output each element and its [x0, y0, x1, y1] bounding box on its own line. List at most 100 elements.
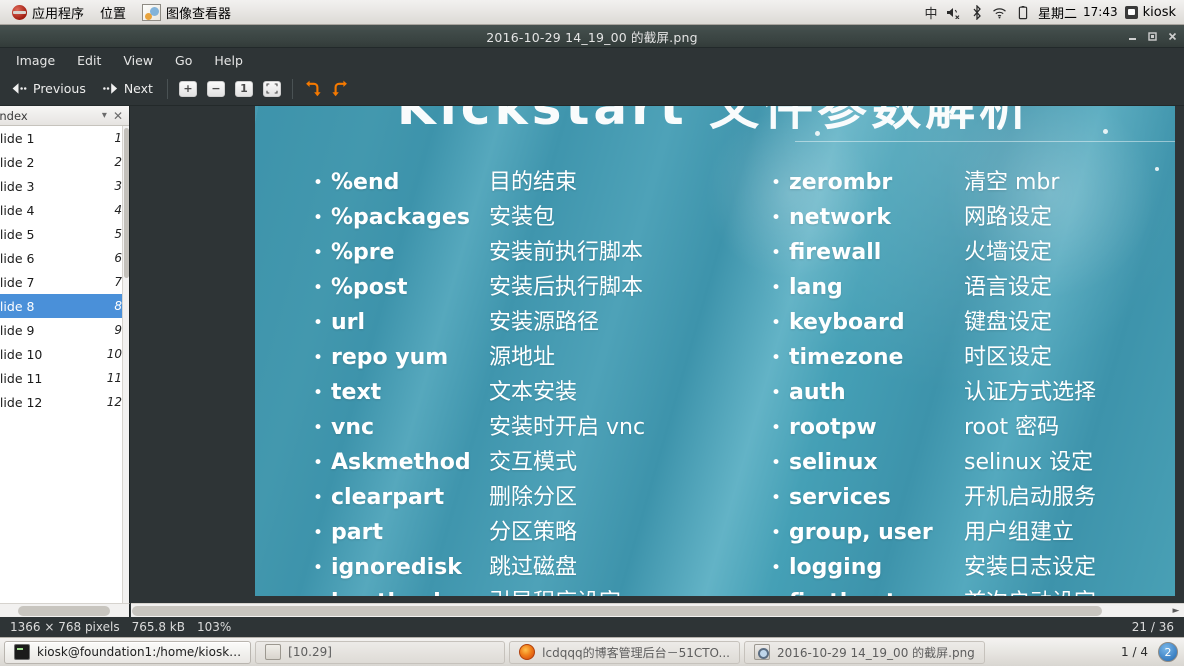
bullet-key: firstboot	[789, 590, 964, 596]
bullet-icon: •	[313, 595, 331, 597]
sidebar-item-slide-9[interactable]: Slide 9 9	[0, 318, 129, 342]
menu-edit[interactable]: Edit	[67, 50, 111, 71]
rotate-left-button[interactable]	[300, 78, 326, 100]
rotate-right-button[interactable]	[328, 78, 354, 100]
zoom-in-icon: +	[178, 80, 197, 97]
wifi-icon[interactable]	[992, 4, 1008, 20]
active-app-menu[interactable]: 图像查看器	[134, 1, 239, 24]
input-method-icon[interactable]: 中	[923, 4, 939, 22]
normal-size-button[interactable]: 1	[231, 78, 257, 100]
next-button[interactable]: Next	[95, 77, 160, 100]
panel-clock[interactable]: 星期二 17:43	[1038, 3, 1118, 22]
menu-image[interactable]: Image	[6, 50, 65, 71]
user-menu[interactable]: kiosk	[1124, 4, 1176, 20]
slide-bullet-row: • group, user 用户组建立	[771, 514, 1096, 549]
bullet-value: 安装源路径	[489, 310, 600, 335]
bullet-key: clearpart	[331, 485, 445, 510]
toolbar-separator	[166, 78, 168, 99]
window-titlebar[interactable]: 2016-10-29 14_19_00 的截屏.png	[0, 25, 1184, 48]
slide-bullet-row: • %packages 安装包	[313, 199, 645, 234]
bullet-key: bootloader	[331, 590, 489, 596]
menu-go[interactable]: Go	[165, 50, 202, 71]
taskbar-item-terminal[interactable]: kiosk@foundation1:/home/kiosk…	[4, 640, 252, 664]
bullet-icon: •	[771, 243, 782, 263]
close-button[interactable]	[1163, 27, 1182, 46]
slide-bullet-row: • repo yum 源地址	[313, 339, 645, 374]
slide-label: Slide 7	[0, 274, 35, 290]
gnome-top-panel: 应用程序 位置 图像查看器 中 星期二 17:43 kiosk	[0, 0, 1184, 25]
scrollbar-thumb[interactable]	[124, 128, 129, 278]
slide-bullet-row: • keyboard 键盘设定	[771, 304, 1096, 339]
scrollbar-thumb[interactable]	[18, 606, 110, 616]
bullet-value: 时区设定	[964, 345, 1053, 370]
sidebar-item-slide-1[interactable]: Slide 1 1	[0, 126, 129, 150]
bullet-key: logging	[789, 555, 883, 580]
scroll-right-arrow-icon[interactable]: ►	[1170, 605, 1182, 617]
slide-bullet-row: • services 开机启动服务	[771, 479, 1096, 514]
zoom-in-button[interactable]: +	[175, 78, 201, 100]
zoom-out-button[interactable]: −	[203, 78, 229, 100]
canvas-horizontal-scrollbar[interactable]: ►	[131, 603, 1184, 617]
bullet-key: services	[789, 485, 891, 510]
slide-label: Slide 5	[0, 226, 35, 242]
sidebar-item-slide-11[interactable]: Slide 11 11	[0, 366, 129, 390]
sidebar-vertical-scrollbar[interactable]	[122, 126, 129, 603]
menu-help[interactable]: Help	[204, 50, 253, 71]
applications-menu[interactable]: 应用程序	[4, 1, 92, 24]
best-fit-button[interactable]	[259, 78, 285, 100]
menu-view[interactable]: View	[113, 50, 163, 71]
bullet-key: url	[331, 310, 366, 335]
slide-bullet-row: • firstboot 首次启动设定	[771, 584, 1096, 596]
taskbar-item-firefox[interactable]: lcdqqq的博客管理后台－51CTO...	[509, 640, 740, 664]
taskbar-item-archive[interactable]: [10.29]	[255, 640, 506, 664]
panel-left-group: 应用程序 位置 图像查看器	[0, 1, 239, 24]
clock-time-label: 17:43	[1083, 5, 1118, 19]
sidebar-item-slide-10[interactable]: Slide 10 10	[0, 342, 129, 366]
sidebar-item-slide-6[interactable]: Slide 6 6	[0, 246, 129, 270]
sidebar-item-slide-12[interactable]: Slide 12 12	[0, 390, 129, 414]
taskbar-item-image-viewer[interactable]: 2016-10-29 14_19_00 的截屏.png	[743, 640, 985, 664]
volume-muted-icon[interactable]	[946, 4, 962, 20]
image-canvas[interactable]: Kickstart 文件参数解析 • %end 目的结束 • %packages…	[131, 106, 1184, 603]
battery-icon[interactable]	[1015, 4, 1031, 20]
chevron-down-icon[interactable]: ▾	[96, 110, 113, 121]
bullet-icon: •	[313, 418, 324, 438]
minimize-button[interactable]	[1123, 27, 1142, 46]
sidebar-item-slide-5[interactable]: Slide 5 5	[0, 222, 129, 246]
maximize-button[interactable]	[1143, 27, 1162, 46]
scrollbar-thumb[interactable]	[132, 606, 1102, 616]
slide-bullet-row: • %end 目的结束	[313, 164, 645, 199]
chevron-left-icon	[11, 82, 28, 95]
sidebar-item-slide-3[interactable]: Slide 3 3	[0, 174, 129, 198]
bullet-icon: •	[771, 348, 782, 368]
slide-number: 5	[114, 227, 122, 241]
taskbar-item-label: [10.29]	[288, 645, 332, 659]
bluetooth-icon[interactable]	[969, 4, 985, 20]
image-viewer-window: 2016-10-29 14_19_00 的截屏.png Image Edit V…	[0, 25, 1184, 637]
bullet-value: 安装后执行脚本	[489, 275, 644, 300]
slide-bullet-row: • firewall 火墙设定	[771, 234, 1096, 269]
rotate-clockwise-icon	[331, 79, 350, 98]
applications-menu-label: 应用程序	[32, 6, 85, 22]
bullet-value: 开机启动服务	[964, 485, 1097, 510]
sidebar-horizontal-scrollbar[interactable]	[0, 603, 130, 617]
active-app-label: 图像查看器	[166, 6, 232, 22]
slide-number: 1	[114, 131, 122, 145]
sidebar-item-slide-2[interactable]: Slide 2 2	[0, 150, 129, 174]
sidebar-item-slide-7[interactable]: Slide 7 7	[0, 270, 129, 294]
user-name-label: kiosk	[1142, 4, 1176, 20]
bullet-key: %end	[331, 170, 400, 195]
workspace-badge[interactable]: 2	[1158, 642, 1178, 662]
index-sidebar[interactable]: Index ▾ ✕ Slide 1 1 Slide 2 2 Slide 3 3 …	[0, 106, 130, 603]
places-menu[interactable]: 位置	[92, 1, 134, 24]
close-sidebar-icon[interactable]: ✕	[113, 109, 125, 123]
taskbar-item-label: 2016-10-29 14_19_00 的截屏.png	[776, 645, 975, 660]
slide-label: Slide 2	[0, 154, 35, 170]
taskbar-item-label: kiosk@foundation1:/home/kiosk…	[37, 645, 242, 659]
slide-bullet-row: • timezone 时区设定	[771, 339, 1096, 374]
sidebar-item-slide-8[interactable]: Slide 8 8	[0, 294, 129, 318]
previous-button[interactable]: Previous	[4, 77, 93, 100]
sidebar-item-slide-4[interactable]: Slide 4 4	[0, 198, 129, 222]
slide-right-column: • zerombr 清空 mbr • network 网路设定 • firewa…	[771, 164, 1096, 596]
bullet-value: 目的结束	[489, 170, 578, 195]
